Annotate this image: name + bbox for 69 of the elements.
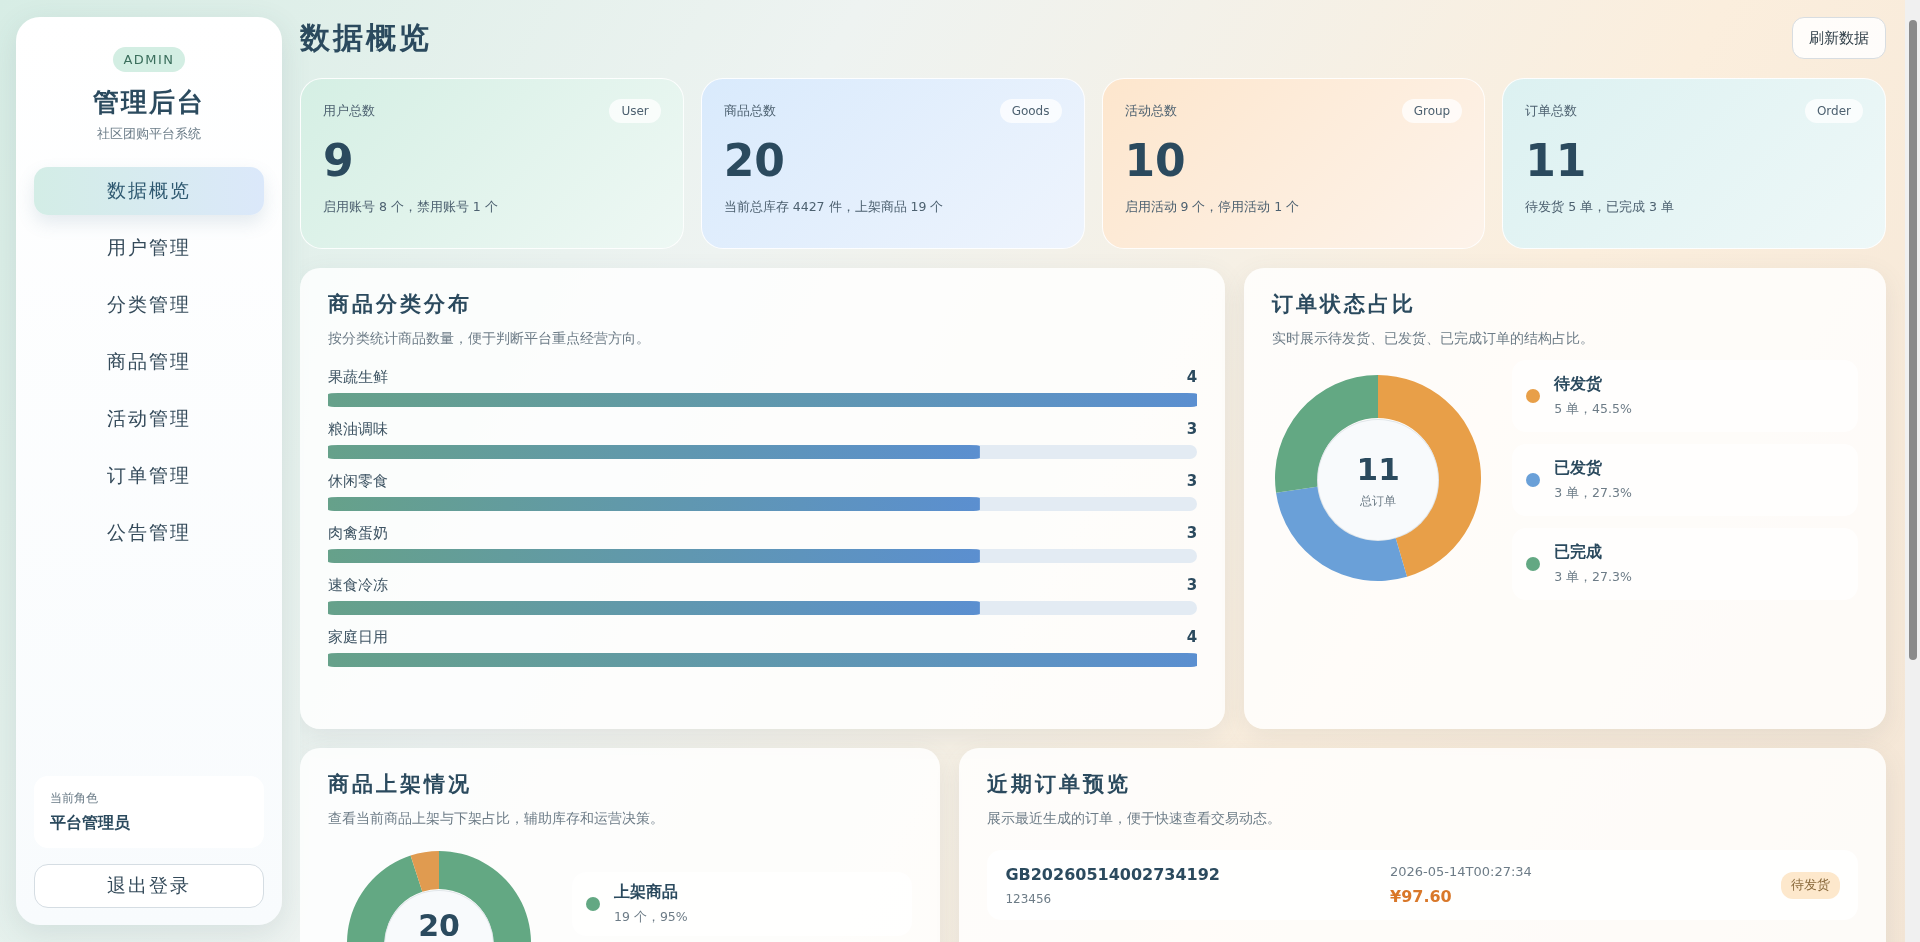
- category-count: 4: [1186, 368, 1198, 387]
- scrollbar-thumb[interactable]: [1908, 20, 1917, 660]
- stat-note: 当前总库存 4427 件，上架商品 19 个: [723, 199, 945, 216]
- stat-value: 20: [723, 139, 786, 183]
- panel-subtitle: 实时展示待发货、已发货、已完成订单的结构占比。: [1272, 330, 1596, 348]
- order-status: 待发货: [1781, 871, 1840, 899]
- legend-name: 上架商品: [614, 882, 679, 903]
- category-label: 果蔬生鲜: [328, 368, 388, 387]
- stat-label: 活动总数: [1124, 102, 1177, 120]
- order-row[interactable]: GB20260514002734192 123456 2026-05-14T00:27:34 ¥97.60 待发货: [987, 850, 1858, 920]
- panel-subtitle: 查看当前商品上架与下架占比，辅助库存和运营决策。: [328, 810, 665, 828]
- category-label: 粮油调味: [328, 420, 388, 439]
- panel-title: 订单状态占比: [1272, 290, 1418, 318]
- nav-item[interactable]: 活动管理: [34, 395, 264, 443]
- stat-label: 用户总数: [323, 102, 375, 120]
- order-user: 123456: [1005, 891, 1053, 906]
- role-name: 平台管理员: [50, 813, 131, 834]
- stat-label: 订单总数: [1525, 102, 1578, 120]
- logout-button[interactable]: 退出登录: [34, 864, 264, 908]
- category-count: 3: [1186, 472, 1198, 491]
- nav-item[interactable]: 用户管理: [34, 224, 264, 272]
- legend-name: 已完成: [1554, 542, 1604, 563]
- admin-badge: ADMIN: [113, 47, 185, 72]
- page-title: 数据概览: [300, 18, 432, 57]
- legend-detail: 3 单，27.3%: [1554, 485, 1632, 502]
- stat-value: 10: [1124, 139, 1187, 183]
- center-value: 11: [1356, 450, 1400, 487]
- stat-label: 商品总数: [723, 102, 776, 120]
- panel-title: 近期订单预览: [987, 770, 1133, 798]
- panel-title: 商品上架情况: [328, 770, 473, 798]
- nav-item[interactable]: 分类管理: [34, 281, 264, 329]
- order-number: GB20260514002734192: [1005, 864, 1221, 884]
- stat-tag: Goods: [999, 99, 1062, 123]
- stat-value: 11: [1525, 139, 1588, 183]
- panel-title: 商品分类分布: [328, 290, 473, 318]
- order-amount: ¥97.60: [1390, 887, 1453, 906]
- category-label: 速食冷冻: [328, 576, 388, 595]
- center-value: 20: [418, 907, 460, 942]
- legend-detail: 3 单，27.3%: [1554, 569, 1632, 586]
- panel-subtitle: 按分类统计商品数量，便于判断平台重点经营方向。: [328, 330, 651, 348]
- category-count: 3: [1186, 576, 1198, 595]
- category-count: 3: [1186, 420, 1198, 439]
- app-subtitle: 社区团购平台系统: [97, 126, 201, 143]
- nav-item[interactable]: 公告管理: [34, 509, 264, 557]
- role-label: 当前角色: [50, 790, 99, 807]
- legend-detail: 5 单，45.5%: [1554, 401, 1632, 418]
- category-label: 肉禽蛋奶: [328, 524, 388, 543]
- legend-name: 待发货: [1554, 374, 1604, 395]
- stat-tag: Group: [1401, 99, 1463, 123]
- nav-item[interactable]: 订单管理: [34, 452, 264, 500]
- stat-tag: Order: [1804, 99, 1863, 123]
- stat-value: 9: [323, 139, 355, 183]
- app-title: 管理后台: [93, 86, 205, 119]
- panel-subtitle: 展示最近生成的订单，便于快速查看交易动态。: [987, 810, 1283, 828]
- center-label: 总订单: [1360, 492, 1397, 510]
- category-count: 4: [1186, 628, 1198, 647]
- stat-note: 启用活动 9 个，停用活动 1 个: [1124, 199, 1301, 216]
- category-count: 3: [1186, 524, 1198, 543]
- stat-tag: User: [609, 99, 661, 123]
- stat-note: 启用账号 8 个，禁用账号 1 个: [323, 199, 499, 216]
- category-label: 休闲零食: [328, 472, 388, 491]
- stat-note: 待发货 5 单，已完成 3 单: [1525, 199, 1676, 216]
- legend-name: 已发货: [1554, 458, 1604, 479]
- nav-item[interactable]: 商品管理: [34, 338, 264, 386]
- order-time: 2026-05-14T00:27:34: [1390, 864, 1533, 879]
- category-label: 家庭日用: [328, 628, 388, 647]
- nav-item[interactable]: 数据概览: [34, 167, 264, 215]
- legend-detail: 19 个，95%: [614, 909, 688, 926]
- refresh-button[interactable]: 刷新数据: [1792, 17, 1886, 59]
